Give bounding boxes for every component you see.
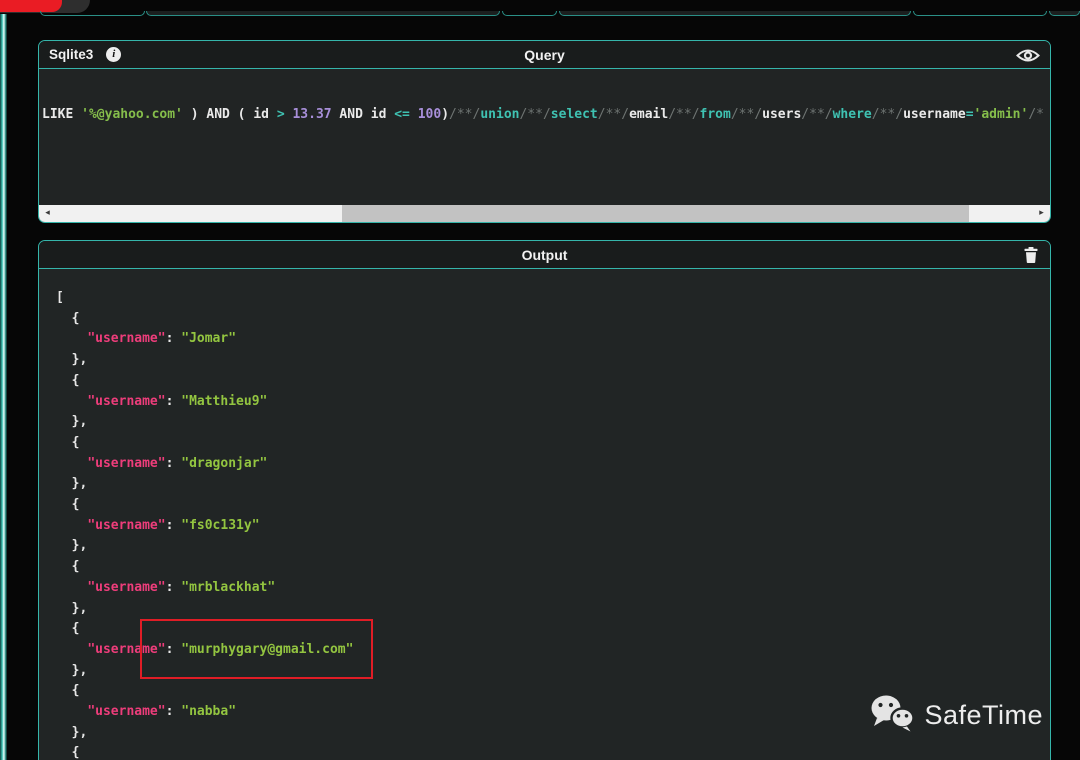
json-username-row: "username": "fs0c131y" <box>87 517 260 533</box>
query-code-text: LIKE '%@yahoo.com' ) AND ( id > 13.37 AN… <box>42 107 1044 122</box>
watermark-label: SafeTime <box>924 700 1043 730</box>
query-panel: Sqlite3 i Query LIKE '%@yahoo.com' ) AND… <box>38 40 1051 223</box>
json-object-close: }, <box>56 414 88 430</box>
scroll-right-button[interactable]: ▸ <box>1033 205 1050 222</box>
query-panel-title: Query <box>524 46 565 63</box>
query-input[interactable]: LIKE '%@yahoo.com' ) AND ( id > 13.37 AN… <box>39 69 1050 205</box>
wechat-icon <box>869 694 916 737</box>
cutoff-field <box>146 11 500 16</box>
json-object-open: { <box>56 497 80 513</box>
json-username-row: "username": "Matthieu9" <box>87 393 268 409</box>
cutoff-field <box>559 11 911 16</box>
output-panel: Output [ { "username": "Jomar" }, { "use… <box>38 240 1051 760</box>
json-object-open: { <box>56 434 80 450</box>
scrollbar-track[interactable] <box>56 205 1033 222</box>
scroll-left-button[interactable]: ◂ <box>39 205 56 222</box>
json-object-open: { <box>56 559 80 575</box>
output-panel-header: Output <box>39 241 1050 269</box>
cutoff-field <box>1049 11 1080 16</box>
output-json: [ { "username": "Jomar" }, { "username":… <box>39 269 1050 760</box>
json-object-close: }, <box>56 476 88 492</box>
query-panel-header: Sqlite3 i Query <box>39 41 1050 69</box>
cutoff-field <box>502 11 557 16</box>
eye-icon[interactable] <box>1016 48 1040 68</box>
screen-edge-glow <box>0 14 7 760</box>
json-object-open: { <box>56 372 80 388</box>
json-object-close: }, <box>56 662 88 678</box>
scrollbar-thumb[interactable] <box>342 205 970 222</box>
json-object-close: }, <box>56 538 88 554</box>
json-object-close: }, <box>56 600 88 616</box>
json-username-row: "username": "murphygary@gmail.com" <box>56 618 1050 679</box>
json-array-open: [ <box>56 290 64 305</box>
json-object-open: { <box>56 310 80 326</box>
json-username-row: "username": "Jomar" <box>87 331 237 347</box>
json-object-open: { <box>56 621 80 637</box>
output-panel-title: Output <box>521 246 568 263</box>
cutoff-field <box>40 11 145 16</box>
db-engine-group: Sqlite3 i <box>49 47 122 62</box>
json-object-close: }, <box>56 352 88 368</box>
trash-icon[interactable] <box>1024 247 1038 268</box>
json-username-row: "username": "dragonjar" <box>87 455 268 471</box>
horizontal-scrollbar[interactable]: ◂ ▸ <box>39 205 1050 222</box>
watermark: SafeTime <box>869 694 1043 737</box>
db-engine-label: Sqlite3 <box>49 47 94 62</box>
cutoff-field <box>913 11 1047 16</box>
json-object-open-partial: { <box>56 745 80 760</box>
info-icon[interactable]: i <box>106 47 122 62</box>
json-username-row: "username": "mrblackhat" <box>87 579 276 595</box>
